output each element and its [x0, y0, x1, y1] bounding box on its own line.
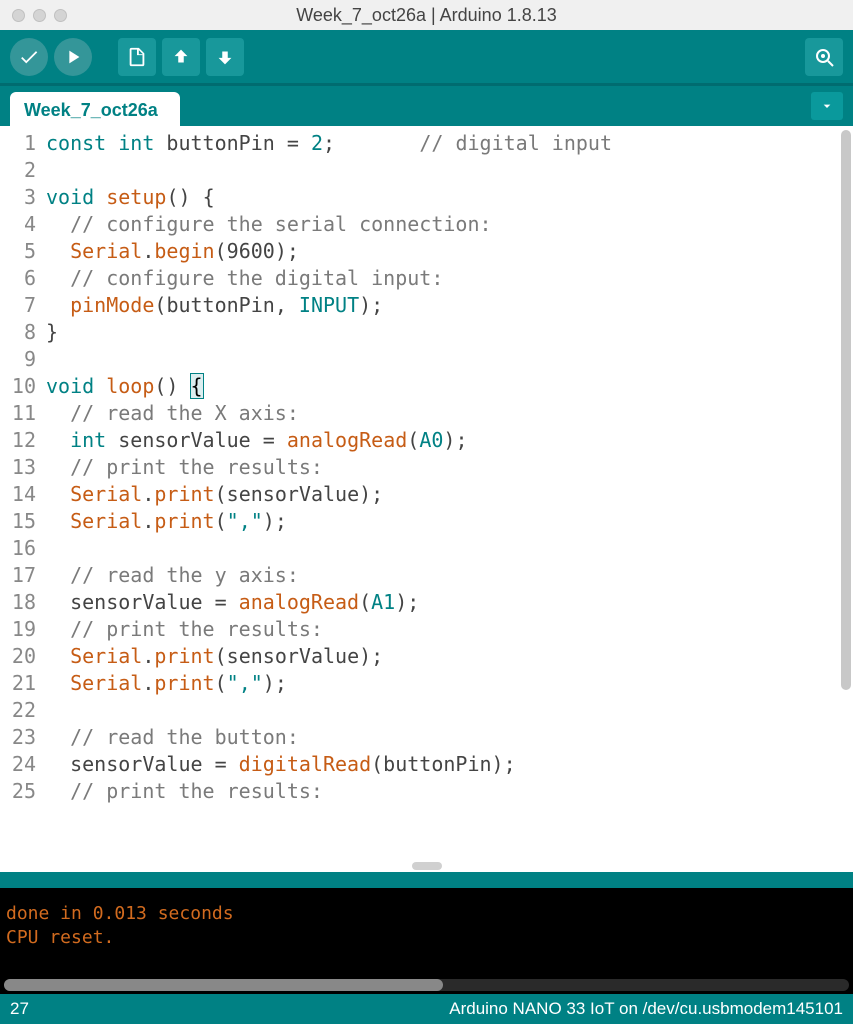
code-line[interactable]: // print the results:: [46, 454, 839, 481]
status-board-port: Arduino NANO 33 IoT on /dev/cu.usbmodem1…: [449, 999, 843, 1019]
console-scroll-thumb[interactable]: [4, 979, 443, 991]
window-title: Week_7_oct26a | Arduino 1.8.13: [0, 5, 853, 26]
line-number: 1: [0, 130, 36, 157]
line-number: 19: [0, 616, 36, 643]
code-area[interactable]: const int buttonPin = 2; // digital inpu…: [42, 126, 839, 872]
line-number: 12: [0, 427, 36, 454]
console-horizontal-scrollbar[interactable]: [0, 976, 853, 994]
console-top-strip: [0, 888, 853, 898]
line-number-gutter: 1234567891011121314151617181920212223242…: [0, 126, 42, 872]
line-number: 18: [0, 589, 36, 616]
save-sketch-button[interactable]: [206, 38, 244, 76]
code-line[interactable]: Serial.print(",");: [46, 670, 839, 697]
code-line[interactable]: sensorValue = digitalRead(buttonPin);: [46, 751, 839, 778]
line-number: 10: [0, 373, 36, 400]
line-number: 13: [0, 454, 36, 481]
code-line[interactable]: // read the y axis:: [46, 562, 839, 589]
line-number: 25: [0, 778, 36, 805]
tab-bar: Week_7_oct26a: [0, 86, 853, 126]
line-number: 16: [0, 535, 36, 562]
zoom-window-button[interactable]: [54, 9, 67, 22]
serial-monitor-button[interactable]: [805, 38, 843, 76]
line-number: 15: [0, 508, 36, 535]
line-number: 9: [0, 346, 36, 373]
code-line[interactable]: Serial.print(",");: [46, 508, 839, 535]
scrollbar-thumb[interactable]: [841, 130, 851, 690]
code-line[interactable]: void setup() {: [46, 184, 839, 211]
line-number: 7: [0, 292, 36, 319]
line-number: 6: [0, 265, 36, 292]
editor-console-divider[interactable]: [0, 872, 853, 888]
code-line[interactable]: // print the results:: [46, 616, 839, 643]
line-number: 23: [0, 724, 36, 751]
code-line[interactable]: const int buttonPin = 2; // digital inpu…: [46, 130, 839, 157]
output-console[interactable]: done in 0.013 secondsCPU reset.: [0, 898, 853, 976]
code-line[interactable]: // read the button:: [46, 724, 839, 751]
line-number: 24: [0, 751, 36, 778]
code-line[interactable]: void loop() {: [46, 373, 839, 400]
sketch-tab-label: Week_7_oct26a: [24, 100, 158, 120]
line-number: 8: [0, 319, 36, 346]
code-line[interactable]: pinMode(buttonPin, INPUT);: [46, 292, 839, 319]
window-titlebar: Week_7_oct26a | Arduino 1.8.13: [0, 0, 853, 30]
upload-button[interactable]: [54, 38, 92, 76]
code-editor[interactable]: 1234567891011121314151617181920212223242…: [0, 126, 853, 872]
line-number: 22: [0, 697, 36, 724]
code-line[interactable]: Serial.begin(9600);: [46, 238, 839, 265]
code-line[interactable]: sensorValue = analogRead(A1);: [46, 589, 839, 616]
tab-menu-button[interactable]: [811, 92, 843, 120]
line-number: 3: [0, 184, 36, 211]
status-line-number: 27: [10, 999, 29, 1019]
line-number: 11: [0, 400, 36, 427]
line-number: 5: [0, 238, 36, 265]
code-line[interactable]: [46, 346, 839, 373]
line-number: 21: [0, 670, 36, 697]
minimize-window-button[interactable]: [33, 9, 46, 22]
code-line[interactable]: Serial.print(sensorValue);: [46, 643, 839, 670]
line-number: 17: [0, 562, 36, 589]
code-line[interactable]: [46, 697, 839, 724]
code-line[interactable]: // configure the digital input:: [46, 265, 839, 292]
close-window-button[interactable]: [12, 9, 25, 22]
editor-bottom-scroll-nub[interactable]: [412, 862, 442, 870]
new-sketch-button[interactable]: [118, 38, 156, 76]
code-line[interactable]: // read the X axis:: [46, 400, 839, 427]
status-bar: 27 Arduino NANO 33 IoT on /dev/cu.usbmod…: [0, 994, 853, 1024]
code-line[interactable]: [46, 157, 839, 184]
line-number: 4: [0, 211, 36, 238]
line-number: 20: [0, 643, 36, 670]
code-line[interactable]: int sensorValue = analogRead(A0);: [46, 427, 839, 454]
line-number: 2: [0, 157, 36, 184]
console-line: CPU reset.: [6, 926, 845, 950]
sketch-tab[interactable]: Week_7_oct26a: [10, 92, 180, 127]
code-line[interactable]: Serial.print(sensorValue);: [46, 481, 839, 508]
console-line: done in 0.013 seconds: [6, 902, 845, 926]
code-line[interactable]: // print the results:: [46, 778, 839, 805]
verify-button[interactable]: [10, 38, 48, 76]
open-sketch-button[interactable]: [162, 38, 200, 76]
code-line[interactable]: // configure the serial connection:: [46, 211, 839, 238]
code-line[interactable]: [46, 535, 839, 562]
line-number: 14: [0, 481, 36, 508]
code-line[interactable]: }: [46, 319, 839, 346]
traffic-lights: [12, 9, 67, 22]
toolbar: [0, 30, 853, 86]
editor-vertical-scrollbar[interactable]: [839, 126, 853, 872]
